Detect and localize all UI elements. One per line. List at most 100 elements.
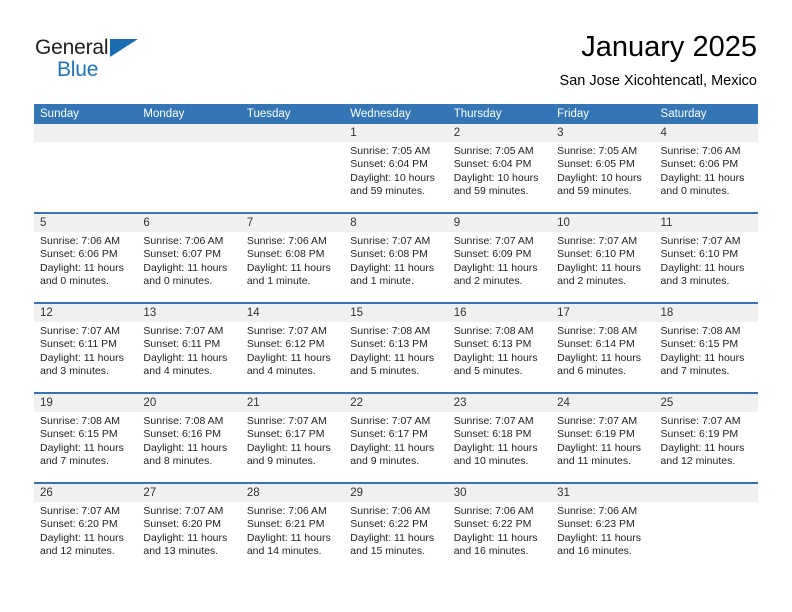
- day-number[interactable]: 10: [551, 214, 654, 232]
- day-cell[interactable]: Sunrise: 7:06 AM Sunset: 6:08 PM Daylight:…: [241, 232, 344, 302]
- day-info-line: Daylight: 11 hours: [246, 531, 331, 544]
- day-info-line: Sunrise: 7:07 AM: [40, 505, 120, 517]
- day-number[interactable]: 7: [241, 214, 344, 232]
- day-cell[interactable]: Sunrise: 7:06 AM Sunset: 6:06 PM Daylight:…: [34, 232, 137, 302]
- day-info-line: Daylight: 11 hours: [143, 531, 228, 544]
- day-cell[interactable]: Sunrise: 7:07 AM Sunset: 6:12 PM Daylight:…: [241, 322, 344, 392]
- day-cell[interactable]: Sunrise: 7:07 AM Sunset: 6:11 PM Daylight:…: [137, 322, 240, 392]
- day-cell[interactable]: Sunrise: 7:07 AM Sunset: 6:11 PM Daylight:…: [34, 322, 137, 392]
- day-number[interactable]: 24: [551, 394, 654, 412]
- week-detail-band: Sunrise: 7:05 AM Sunset: 6:04 PM Daylight:…: [34, 142, 758, 212]
- day-info-line: Sunrise: 7:08 AM: [350, 325, 431, 337]
- day-number[interactable]: 23: [448, 394, 551, 412]
- day-info-line: Sunrise: 7:07 AM: [246, 415, 327, 427]
- page-title: January 2025: [581, 31, 757, 63]
- day-cell[interactable]: Sunrise: 7:05 AM Sunset: 6:04 PM Daylight:…: [344, 142, 447, 212]
- day-number-empty: [137, 124, 240, 142]
- day-cell[interactable]: Sunrise: 7:05 AM Sunset: 6:04 PM Daylight:…: [448, 142, 551, 212]
- day-number[interactable]: 4: [655, 124, 758, 142]
- day-cell[interactable]: Sunrise: 7:07 AM Sunset: 6:20 PM Daylight:…: [137, 502, 240, 572]
- week-detail-band: Sunrise: 7:07 AM Sunset: 6:20 PM Daylight:…: [34, 502, 758, 572]
- day-number[interactable]: 21: [241, 394, 344, 412]
- day-number[interactable]: 19: [34, 394, 137, 412]
- day-cell[interactable]: Sunrise: 7:07 AM Sunset: 6:10 PM Daylight:…: [655, 232, 758, 302]
- day-cell[interactable]: Sunrise: 7:06 AM Sunset: 6:21 PM Daylight:…: [241, 502, 344, 572]
- day-info-line: Sunrise: 7:05 AM: [557, 145, 638, 157]
- day-cell[interactable]: Sunrise: 7:06 AM Sunset: 6:23 PM Daylight:…: [551, 502, 654, 572]
- day-info-line: Sunset: 6:22 PM: [350, 518, 428, 531]
- day-info-line: Daylight: 11 hours: [350, 261, 435, 274]
- day-cell[interactable]: Sunrise: 7:08 AM Sunset: 6:14 PM Daylight:…: [551, 322, 654, 392]
- day-number[interactable]: 1: [344, 124, 447, 142]
- day-info-line: Daylight: 11 hours: [246, 351, 331, 364]
- day-number[interactable]: 31: [551, 484, 654, 502]
- day-number[interactable]: 15: [344, 304, 447, 322]
- day-number[interactable]: 22: [344, 394, 447, 412]
- day-number[interactable]: 26: [34, 484, 137, 502]
- day-info-line: Sunrise: 7:08 AM: [453, 325, 534, 337]
- day-info-line: and 59 minutes.: [350, 185, 425, 198]
- day-number[interactable]: 9: [448, 214, 551, 232]
- day-info-line: Daylight: 11 hours: [557, 441, 641, 454]
- day-info-line: and 3 minutes.: [40, 365, 109, 378]
- day-info-line: Sunset: 6:06 PM: [40, 248, 118, 261]
- day-cell[interactable]: Sunrise: 7:07 AM Sunset: 6:17 PM Daylight:…: [241, 412, 344, 482]
- day-info-line: and 5 minutes.: [453, 365, 523, 378]
- day-number[interactable]: 2: [448, 124, 551, 142]
- day-info-line: Sunset: 6:07 PM: [143, 248, 222, 261]
- day-number[interactable]: 29: [344, 484, 447, 502]
- day-info-line: Sunset: 6:08 PM: [350, 248, 428, 261]
- day-number[interactable]: 18: [655, 304, 758, 322]
- general-blue-logo[interactable]: General Blue: [35, 36, 165, 84]
- day-number[interactable]: 16: [448, 304, 551, 322]
- day-cell[interactable]: Sunrise: 7:06 AM Sunset: 6:07 PM Daylight:…: [137, 232, 240, 302]
- day-cell[interactable]: Sunrise: 7:07 AM Sunset: 6:18 PM Daylight:…: [448, 412, 551, 482]
- day-info-line: Daylight: 11 hours: [660, 171, 745, 184]
- week-daynumber-band: 26 27 28 29 30 31: [34, 484, 758, 502]
- day-number[interactable]: 6: [137, 214, 240, 232]
- day-cell[interactable]: Sunrise: 7:07 AM Sunset: 6:17 PM Daylight:…: [344, 412, 447, 482]
- day-info-line: Daylight: 11 hours: [453, 261, 538, 274]
- day-number[interactable]: 28: [241, 484, 344, 502]
- day-number[interactable]: 5: [34, 214, 137, 232]
- day-cell[interactable]: Sunrise: 7:07 AM Sunset: 6:20 PM Daylight:…: [34, 502, 137, 572]
- day-info-line: Sunset: 6:17 PM: [246, 428, 325, 441]
- weekday-header-friday: Friday: [557, 108, 590, 120]
- day-number[interactable]: 8: [344, 214, 447, 232]
- day-cell[interactable]: Sunrise: 7:07 AM Sunset: 6:09 PM Daylight:…: [448, 232, 551, 302]
- day-number[interactable]: 30: [448, 484, 551, 502]
- day-info-line: Sunrise: 7:06 AM: [350, 505, 431, 517]
- day-cell[interactable]: Sunrise: 7:07 AM Sunset: 6:19 PM Daylight:…: [551, 412, 654, 482]
- week-daynumber-band: 12 13 14 15 16 17 18: [34, 304, 758, 322]
- day-cell[interactable]: Sunrise: 7:07 AM Sunset: 6:10 PM Daylight:…: [551, 232, 654, 302]
- day-cell[interactable]: Sunrise: 7:07 AM Sunset: 6:19 PM Daylight:…: [655, 412, 758, 482]
- day-cell[interactable]: Sunrise: 7:06 AM Sunset: 6:06 PM Daylight:…: [655, 142, 758, 212]
- day-cell[interactable]: Sunrise: 7:08 AM Sunset: 6:13 PM Daylight:…: [344, 322, 447, 392]
- day-cell[interactable]: Sunrise: 7:08 AM Sunset: 6:13 PM Daylight:…: [448, 322, 551, 392]
- day-cell[interactable]: Sunrise: 7:08 AM Sunset: 6:16 PM Daylight:…: [137, 412, 240, 482]
- day-number[interactable]: 27: [137, 484, 240, 502]
- calendar-week-row: 1 2 3 4 Sunrise: 7:05 AM Sunset: 6:04 PM Dayli…: [34, 124, 758, 212]
- day-number[interactable]: 13: [137, 304, 240, 322]
- day-cell[interactable]: Sunrise: 7:08 AM Sunset: 6:15 PM Daylight:…: [34, 412, 137, 482]
- day-cell[interactable]: Sunrise: 7:08 AM Sunset: 6:15 PM Daylight:…: [655, 322, 758, 392]
- day-info-line: Daylight: 11 hours: [350, 531, 435, 544]
- day-number[interactable]: 17: [551, 304, 654, 322]
- day-info-line: Sunrise: 7:08 AM: [143, 415, 224, 427]
- day-number[interactable]: 25: [655, 394, 758, 412]
- day-cell[interactable]: Sunrise: 7:06 AM Sunset: 6:22 PM Daylight:…: [448, 502, 551, 572]
- day-number[interactable]: 20: [137, 394, 240, 412]
- day-info-line: and 10 minutes.: [453, 455, 529, 468]
- day-info-line: Sunrise: 7:06 AM: [453, 505, 534, 517]
- day-number[interactable]: 11: [655, 214, 758, 232]
- day-info-line: Sunrise: 7:06 AM: [143, 235, 224, 247]
- day-number[interactable]: 14: [241, 304, 344, 322]
- day-number[interactable]: 3: [551, 124, 654, 142]
- day-info-line: and 0 minutes.: [660, 185, 730, 198]
- day-info-line: Daylight: 11 hours: [143, 441, 228, 454]
- day-cell[interactable]: Sunrise: 7:06 AM Sunset: 6:22 PM Daylight:…: [344, 502, 447, 572]
- weekday-header-monday: Monday: [143, 108, 185, 120]
- day-cell[interactable]: Sunrise: 7:07 AM Sunset: 6:08 PM Daylight:…: [344, 232, 447, 302]
- day-number[interactable]: 12: [34, 304, 137, 322]
- day-cell[interactable]: Sunrise: 7:05 AM Sunset: 6:05 PM Daylight:…: [551, 142, 654, 212]
